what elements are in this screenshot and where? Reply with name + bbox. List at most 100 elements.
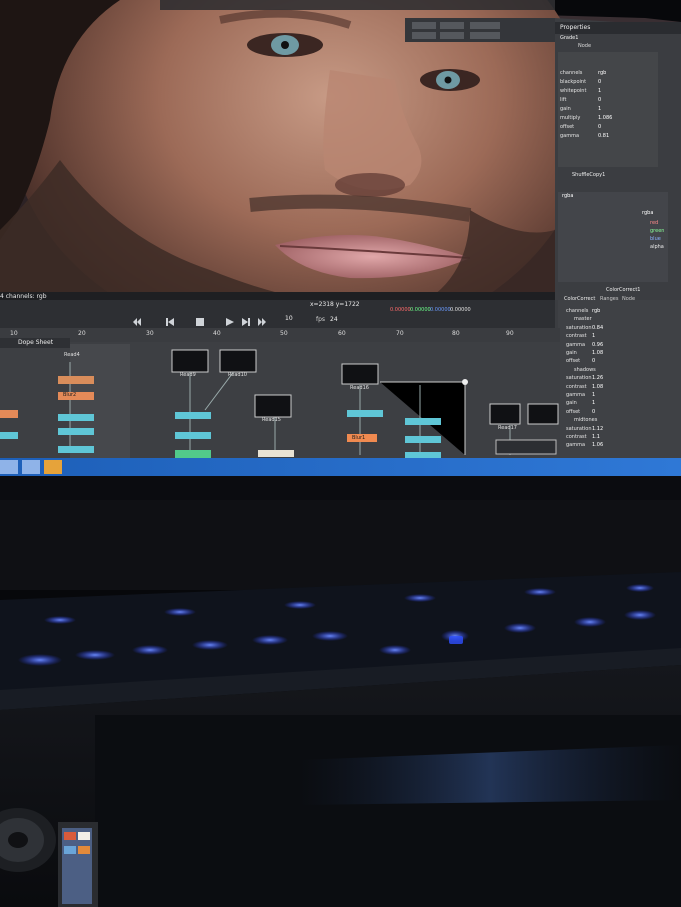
grade-node-name: Grade1 <box>560 35 579 41</box>
cc-param-label: contrast <box>566 434 587 440</box>
cc-param-label: contrast <box>566 383 587 390</box>
cc-param-label: gamma <box>566 442 586 449</box>
cc-param-label: shadows <box>574 366 596 373</box>
shuffle-channel: alpha <box>650 244 664 250</box>
timeline-tick: 20 <box>78 330 86 337</box>
cc-param-value[interactable]: 0 <box>592 409 595 415</box>
fps-label: fps <box>316 316 326 323</box>
cc-param-label: gain <box>566 400 577 407</box>
shuffle-channel[interactable]: rgba <box>642 210 653 216</box>
cc-tab[interactable]: Node <box>622 296 635 302</box>
cc-param-label: master <box>574 316 592 323</box>
timeline-tick: 40 <box>213 330 221 337</box>
speaker-icon <box>0 820 10 830</box>
frame-field[interactable]: 10 <box>285 315 293 322</box>
play-icon[interactable] <box>226 311 234 326</box>
grade-param-value[interactable]: 1 <box>598 106 601 112</box>
properties-title: Properties <box>560 24 591 31</box>
grade-param-label: channels <box>560 70 583 76</box>
node-label[interactable]: Read17 <box>498 425 517 431</box>
shuffle-channel: blue <box>650 236 661 242</box>
viewer-coords: x=2318 y=1722 <box>310 301 360 308</box>
cc-param-label: midtones <box>574 417 598 424</box>
cc-tab[interactable]: ColorCorrect <box>564 296 595 302</box>
viewer-value-b: 0.00000 <box>430 307 451 313</box>
cc-param-value[interactable]: 1 <box>592 333 595 339</box>
fps-field[interactable]: 24 <box>330 316 338 323</box>
timeline-tick: 70 <box>396 330 404 337</box>
grade-param-label: gain <box>560 106 571 112</box>
grade-param-value[interactable]: 1 <box>598 88 601 94</box>
cc-param-label: offset <box>566 408 581 415</box>
viewer-value-a: 0.00000 <box>450 307 471 313</box>
timeline-tick: 30 <box>146 330 154 337</box>
node-graph-area <box>0 338 560 460</box>
cc-param-value[interactable]: 0.84 <box>592 325 603 331</box>
cc-param-value[interactable]: 0.96 <box>592 342 603 348</box>
grade-param-label: lift <box>560 97 567 103</box>
cc-param-label: saturation <box>566 324 592 331</box>
cc-tab[interactable]: Ranges <box>600 296 618 302</box>
grade-tab[interactable]: Node <box>578 43 591 49</box>
grade-param-value[interactable]: 1.086 <box>598 115 612 121</box>
cc-param-value[interactable]: 1.06 <box>592 442 603 448</box>
cc-param-label: saturation <box>566 375 592 382</box>
cc-param-value[interactable]: 0 <box>592 358 595 364</box>
mouse-pad <box>95 715 681 907</box>
keyboard-key-icon <box>448 630 464 644</box>
node-label[interactable]: Blur1 <box>352 435 365 441</box>
cc-param-value[interactable]: 1.08 <box>592 350 603 356</box>
grade-param-value[interactable]: 0.81 <box>598 133 609 139</box>
timeline-tick: 60 <box>338 330 346 337</box>
cc-param-label: contrast <box>566 333 587 340</box>
cc-param-value[interactable]: 1.08 <box>592 384 603 390</box>
taskbar <box>0 458 681 476</box>
phone-device <box>58 822 98 907</box>
viewer-value-r: 0.00000 <box>390 307 411 313</box>
grade-param-value[interactable]: rgb <box>598 70 606 76</box>
grade-param-label: blackpoint <box>560 79 587 85</box>
shuffle-channel[interactable]: rgba <box>562 193 573 199</box>
shuffle-channel: green <box>650 228 665 234</box>
dope-sheet-tab[interactable]: Dope Sheet <box>18 339 53 346</box>
timeline-tick: 90 <box>506 330 514 337</box>
cc-param-label: gain <box>566 350 577 356</box>
step-forward-icon[interactable] <box>242 311 250 326</box>
cc-param-value[interactable]: 1 <box>592 392 595 398</box>
cc-node-name: ColorCorrect1 <box>606 287 641 293</box>
cc-param-label: offset <box>566 358 581 365</box>
grade-param-label: gamma <box>560 133 580 139</box>
shuffle-channel: red <box>650 220 659 226</box>
node-label[interactable]: Read16 <box>350 385 369 391</box>
grade-param-label: offset <box>560 124 575 130</box>
cc-param-label: gamma <box>566 341 586 348</box>
fast-forward-icon[interactable] <box>258 311 266 326</box>
cc-param-label: channels <box>566 308 589 314</box>
step-back-icon[interactable] <box>166 311 174 326</box>
grade-param-value[interactable]: 0 <box>598 97 601 103</box>
node-label[interactable]: Read15 <box>262 417 281 423</box>
node-label[interactable]: Read9 <box>180 372 196 378</box>
viewer-status-text: 4 channels: rgb <box>0 293 47 300</box>
rewind-icon[interactable] <box>133 311 141 326</box>
grade-param-value[interactable]: 0 <box>598 79 601 85</box>
viewer-value-g: 0.00000 <box>410 307 431 313</box>
timeline-tick: 10 <box>10 330 18 337</box>
cc-param-value[interactable]: 1.1 <box>592 434 600 440</box>
node-label[interactable]: Read4 <box>64 352 80 358</box>
cc-param-value[interactable]: 1.26 <box>592 375 603 381</box>
grade-param-value[interactable]: 0 <box>598 124 601 130</box>
cc-param-label: saturation <box>566 425 592 432</box>
node-label[interactable]: Read10 <box>228 372 247 378</box>
stop-icon[interactable] <box>196 311 204 326</box>
timeline-tick: 80 <box>452 330 460 337</box>
node-label[interactable]: Blur2 <box>63 392 76 398</box>
grade-param-label: whitepoint <box>560 88 587 94</box>
timeline-tick: 50 <box>280 330 288 337</box>
grade-param-label: multiply <box>560 115 581 121</box>
cc-param-value[interactable]: 1 <box>592 400 595 406</box>
shuffle-node-name: ShuffleCopy1 <box>572 172 606 178</box>
cc-param-value[interactable]: rgb <box>592 308 600 314</box>
cc-param-value[interactable]: 1.12 <box>592 426 603 432</box>
cc-param-label: gamma <box>566 392 586 398</box>
